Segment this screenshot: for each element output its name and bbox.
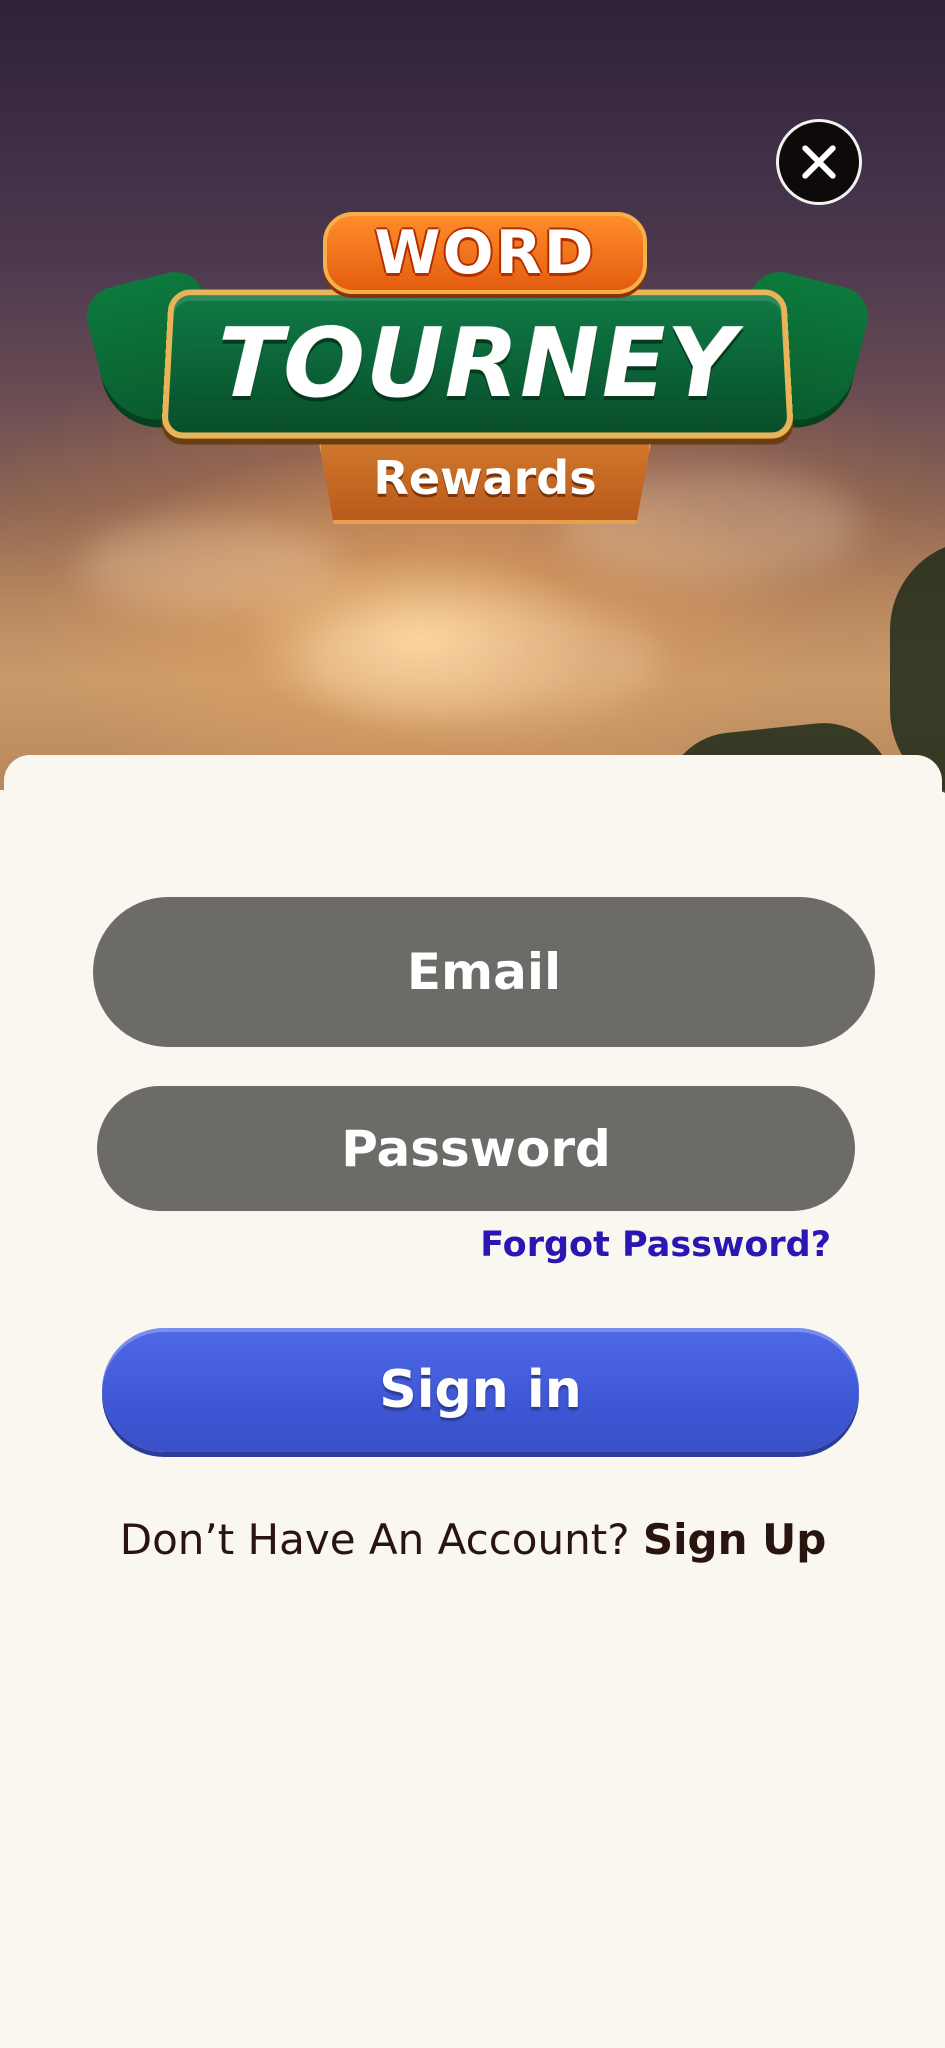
no-account-text: Don’t Have An Account? [119,1515,630,1564]
password-field[interactable]: Password [97,1086,855,1211]
login-card: Email Password Forgot Password? Sign in … [4,755,942,2048]
email-field[interactable]: Email [93,897,875,1047]
close-button[interactable] [776,119,862,205]
password-placeholder: Password [341,1119,611,1178]
login-screen: WORD TOURNEY Rewards Email Password Forg… [0,0,945,2048]
sign-up-link[interactable]: Sign Up [643,1515,826,1564]
logo-word-text: WORD [374,218,596,288]
sign-in-button[interactable]: Sign in [102,1328,859,1452]
close-icon [802,145,836,179]
logo-word-badge: WORD [323,212,647,294]
logo-rewards-text: Rewards [373,451,597,505]
signup-prompt: Don’t Have An Account? Sign Up [4,1515,942,1564]
forgot-password-link[interactable]: Forgot Password? [480,1225,831,1265]
logo-main-board: TOURNEY [160,289,795,439]
word-tourney-logo: WORD TOURNEY Rewards [80,210,875,540]
logo-main-text: TOURNEY [214,307,741,420]
sign-in-label: Sign in [379,1360,582,1420]
email-placeholder: Email [406,943,562,1001]
logo-rewards-board: Rewards [317,432,653,524]
